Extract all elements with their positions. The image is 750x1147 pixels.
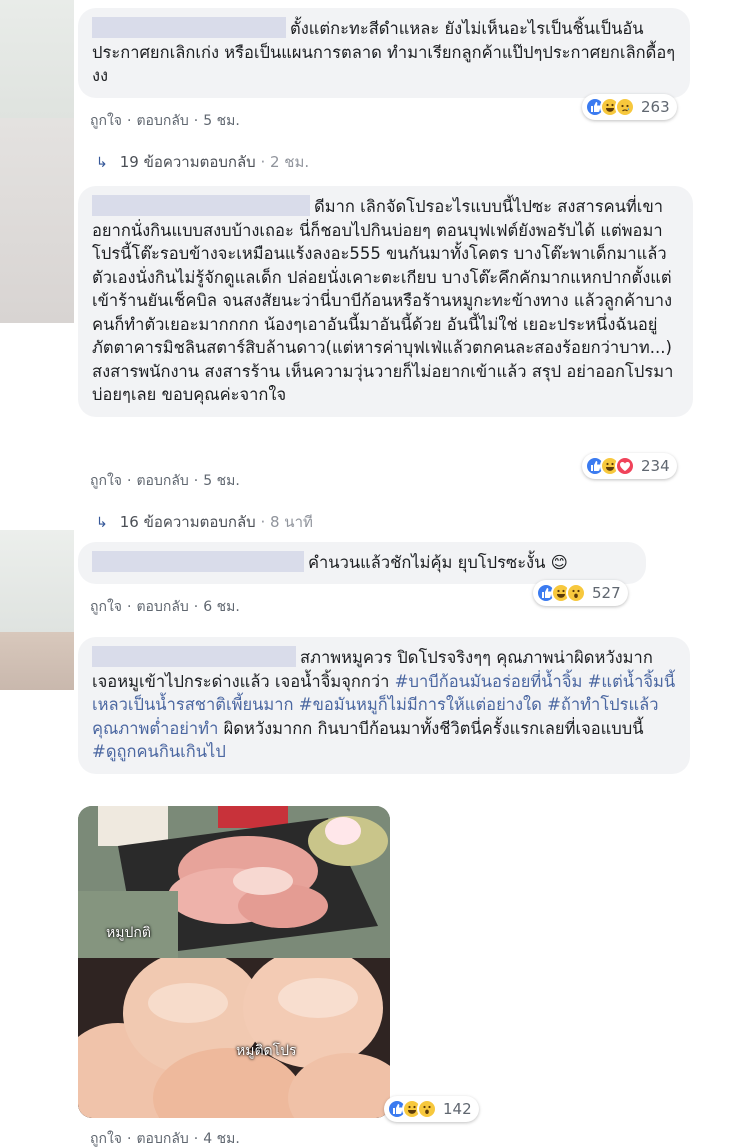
hashtag-link[interactable]: #บาบีก้อนมันอร่อยที่น้ำจิ้ม [395, 672, 583, 691]
photo-promo-pork: หมูติดโปร [78, 958, 390, 1118]
like-link[interactable]: ถูกใจ [90, 1131, 122, 1147]
reaction-summary[interactable]: 263 [582, 94, 677, 120]
reply-arrow-icon: ↳ [96, 155, 108, 171]
like-link[interactable]: ถูกใจ [90, 113, 122, 129]
comment-actions: ถูกใจ · ตอบกลับ · 4 ชม. [90, 1131, 240, 1147]
reaction-summary[interactable]: 527 [533, 580, 628, 606]
reply-link[interactable]: ตอบกลับ [136, 473, 188, 489]
reply-link[interactable]: ตอบกลับ [136, 113, 188, 129]
reply-count[interactable]: 16 ข้อความตอบกลับ [120, 513, 256, 531]
comment-bubble: สภาพหมูควร ปิดโปรจริงๆๆ คุณภาพน่าผิดหวัง… [78, 637, 690, 774]
photo-normal-pork: หมูปกติ [78, 806, 390, 958]
comment-text: ดีมาก เลิกจัดโปรอะไรแบบนี้ไปซะ สงสารคนที… [92, 197, 674, 404]
hashtag-link[interactable]: #ดูถูกคนกินเกินไป [92, 742, 226, 761]
hashtag-link[interactable]: #ขอมันหมูก็ไม่มีการให้แต่อย่างใด [299, 695, 542, 714]
comment-actions: ถูกใจ · ตอบกลับ · 5 ชม. [90, 113, 240, 129]
avatar[interactable] [0, 0, 74, 118]
comment-time[interactable]: 6 ชม. [203, 599, 240, 615]
photo-caption: หมูปกติ [106, 925, 151, 941]
reply-time: 8 นาที [270, 513, 313, 531]
love-reaction-icon [615, 456, 635, 476]
comment-actions: ถูกใจ · ตอบกลับ · 5 ชม. [90, 473, 240, 489]
view-replies-link[interactable]: ↳ 19 ข้อความตอบกลับ · 2 ชม. [96, 150, 309, 174]
comment-bubble: ตั้งแต่กะทะสีดำแหละ ยังไม่เห็นอะไรเป็นชิ… [78, 8, 690, 98]
sad-reaction-icon [615, 97, 635, 117]
reply-time: 2 ชม. [270, 153, 310, 171]
comment-text: คำนวนแล้วชักไม่คุ้ม ยุบโปรซะงั้น 😊 [308, 553, 568, 572]
commenter-name[interactable] [92, 646, 296, 667]
commenter-name[interactable] [92, 551, 304, 572]
avatar[interactable] [0, 632, 74, 690]
photo-promo-pork-illustration [78, 958, 390, 1118]
avatar[interactable] [0, 118, 74, 323]
comment-bubble: คำนวนแล้วชักไม่คุ้ม ยุบโปรซะงั้น 😊 [78, 542, 646, 584]
view-replies-link[interactable]: ↳ 16 ข้อความตอบกลับ · 8 นาที [96, 510, 313, 534]
comment-text-part: ผิดหวังมากก กินบาบีก้อนมาทั้งชีวิตนี่ครั… [218, 718, 644, 738]
avatar[interactable] [0, 530, 74, 632]
reaction-count: 142 [443, 1100, 472, 1118]
comment-time[interactable]: 4 ชม. [203, 1131, 240, 1147]
reply-count[interactable]: 19 ข้อความตอบกลับ [120, 153, 256, 171]
reply-link[interactable]: ตอบกลับ [136, 599, 188, 615]
reaction-count: 527 [592, 584, 621, 602]
reaction-summary[interactable]: 142 [384, 1096, 479, 1122]
wow-reaction-icon [566, 583, 586, 603]
comment-time[interactable]: 5 ชม. [203, 473, 240, 489]
wow-reaction-icon [417, 1099, 437, 1119]
reaction-count: 234 [641, 457, 670, 475]
comment-actions: ถูกใจ · ตอบกลับ · 6 ชม. [90, 599, 240, 615]
commenter-name[interactable] [92, 17, 286, 38]
reply-link[interactable]: ตอบกลับ [136, 1131, 188, 1147]
comment-time[interactable]: 5 ชม. [203, 113, 240, 129]
reply-arrow-icon: ↳ [96, 515, 108, 531]
photo-caption: หมูติดโปร [236, 1043, 297, 1059]
commenter-name[interactable] [92, 195, 310, 216]
comment-photo[interactable]: หมูปกติ หมูติดโปร [78, 806, 390, 1118]
reaction-summary[interactable]: 234 [582, 453, 677, 479]
like-link[interactable]: ถูกใจ [90, 599, 122, 615]
like-link[interactable]: ถูกใจ [90, 473, 122, 489]
comment-bubble: ดีมาก เลิกจัดโปรอะไรแบบนี้ไปซะ สงสารคนที… [78, 186, 693, 417]
reaction-count: 263 [641, 98, 670, 116]
